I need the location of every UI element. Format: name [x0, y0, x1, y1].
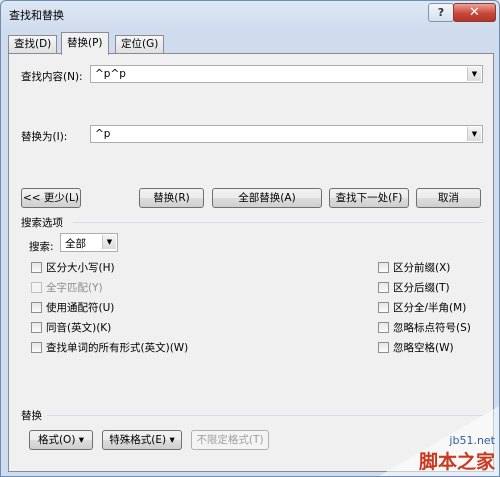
full-half-width-label: 区分全/半角(M) — [393, 302, 467, 314]
watermark-site: jb51.net — [449, 434, 495, 447]
wildcards-label: 使用通配符(U) — [46, 302, 115, 314]
special-format-button[interactable]: 特殊格式(E) ▾ — [102, 430, 182, 450]
divider — [73, 222, 483, 223]
tab-replace[interactable]: 替换(P) — [61, 32, 109, 55]
sounds-like-label: 同音(英文)(K) — [46, 322, 112, 334]
search-direction-label: 搜索: — [29, 241, 54, 253]
checkbox-sounds-like[interactable] — [31, 322, 42, 333]
replace-label: 替换为(I): — [21, 131, 68, 143]
word-forms-label: 查找单词的所有形式(英文)(W) — [46, 342, 189, 354]
checkbox-wildcards[interactable] — [31, 302, 42, 313]
tab-find[interactable]: 查找(D) — [8, 35, 58, 53]
chevron-down-icon[interactable]: ▼ — [467, 127, 481, 141]
replace-value: ^p — [95, 128, 111, 140]
close-button[interactable]: ✕ — [453, 3, 496, 22]
tab-goto[interactable]: 定位(G) — [115, 35, 165, 53]
chevron-down-icon[interactable]: ▼ — [102, 235, 116, 249]
find-replace-dialog: 查找和替换 ? ✕ 查找(D) 替换(P) 定位(G) 查找内容(N): ^p^… — [0, 0, 500, 477]
replace-button[interactable]: 替换(R) — [139, 188, 204, 208]
watermark-brand: 脚本之家 — [418, 451, 495, 473]
replace-all-button[interactable]: 全部替换(A) — [212, 188, 322, 208]
search-direction-value: 全部 — [65, 238, 86, 250]
whole-word-label: 全字匹配(Y) — [46, 282, 103, 294]
match-prefix-label: 区分前缀(X) — [393, 262, 451, 274]
help-button[interactable]: ? — [428, 3, 454, 22]
ignore-space-label: 忽略空格(W) — [393, 342, 454, 354]
chevron-down-icon[interactable]: ▼ — [467, 67, 481, 81]
ignore-punctuation-label: 忽略标点符号(S) — [393, 322, 471, 334]
find-label: 查找内容(N): — [21, 71, 83, 83]
checkbox-ignore-punctuation[interactable] — [378, 322, 389, 333]
format-button[interactable]: 格式(O) ▾ — [29, 430, 93, 450]
title-bar: 查找和替换 ? ✕ — [1, 1, 499, 27]
checkbox-match-suffix[interactable] — [378, 282, 389, 293]
checkbox-match-case[interactable] — [31, 262, 42, 273]
search-options-title: 搜索选项 — [21, 217, 63, 229]
checkbox-ignore-space[interactable] — [378, 342, 389, 353]
cancel-button[interactable]: 取消 — [416, 188, 481, 208]
watermark: jb51.net 脚本之家 — [419, 434, 495, 474]
checkbox-match-prefix[interactable] — [378, 262, 389, 273]
checkbox-full-half-width[interactable] — [378, 302, 389, 313]
replace-input[interactable]: ^p ▼ — [90, 125, 483, 143]
search-direction-select[interactable]: 全部 ▼ — [60, 233, 118, 252]
match-case-label: 区分大小写(H) — [46, 262, 115, 274]
replace-section-title: 替换 — [21, 410, 42, 422]
less-button[interactable]: << 更少(L) — [21, 188, 81, 208]
match-suffix-label: 区分后缀(T) — [393, 282, 450, 294]
no-formatting-button: 不限定格式(T) — [191, 430, 269, 450]
window-title: 查找和替换 — [9, 9, 64, 22]
find-input[interactable]: ^p^p ▼ — [90, 65, 483, 83]
checkbox-whole-word — [31, 282, 42, 293]
find-value: ^p^p — [95, 68, 126, 80]
find-next-button[interactable]: 查找下一处(F) — [329, 188, 409, 208]
checkbox-word-forms[interactable] — [31, 342, 42, 353]
